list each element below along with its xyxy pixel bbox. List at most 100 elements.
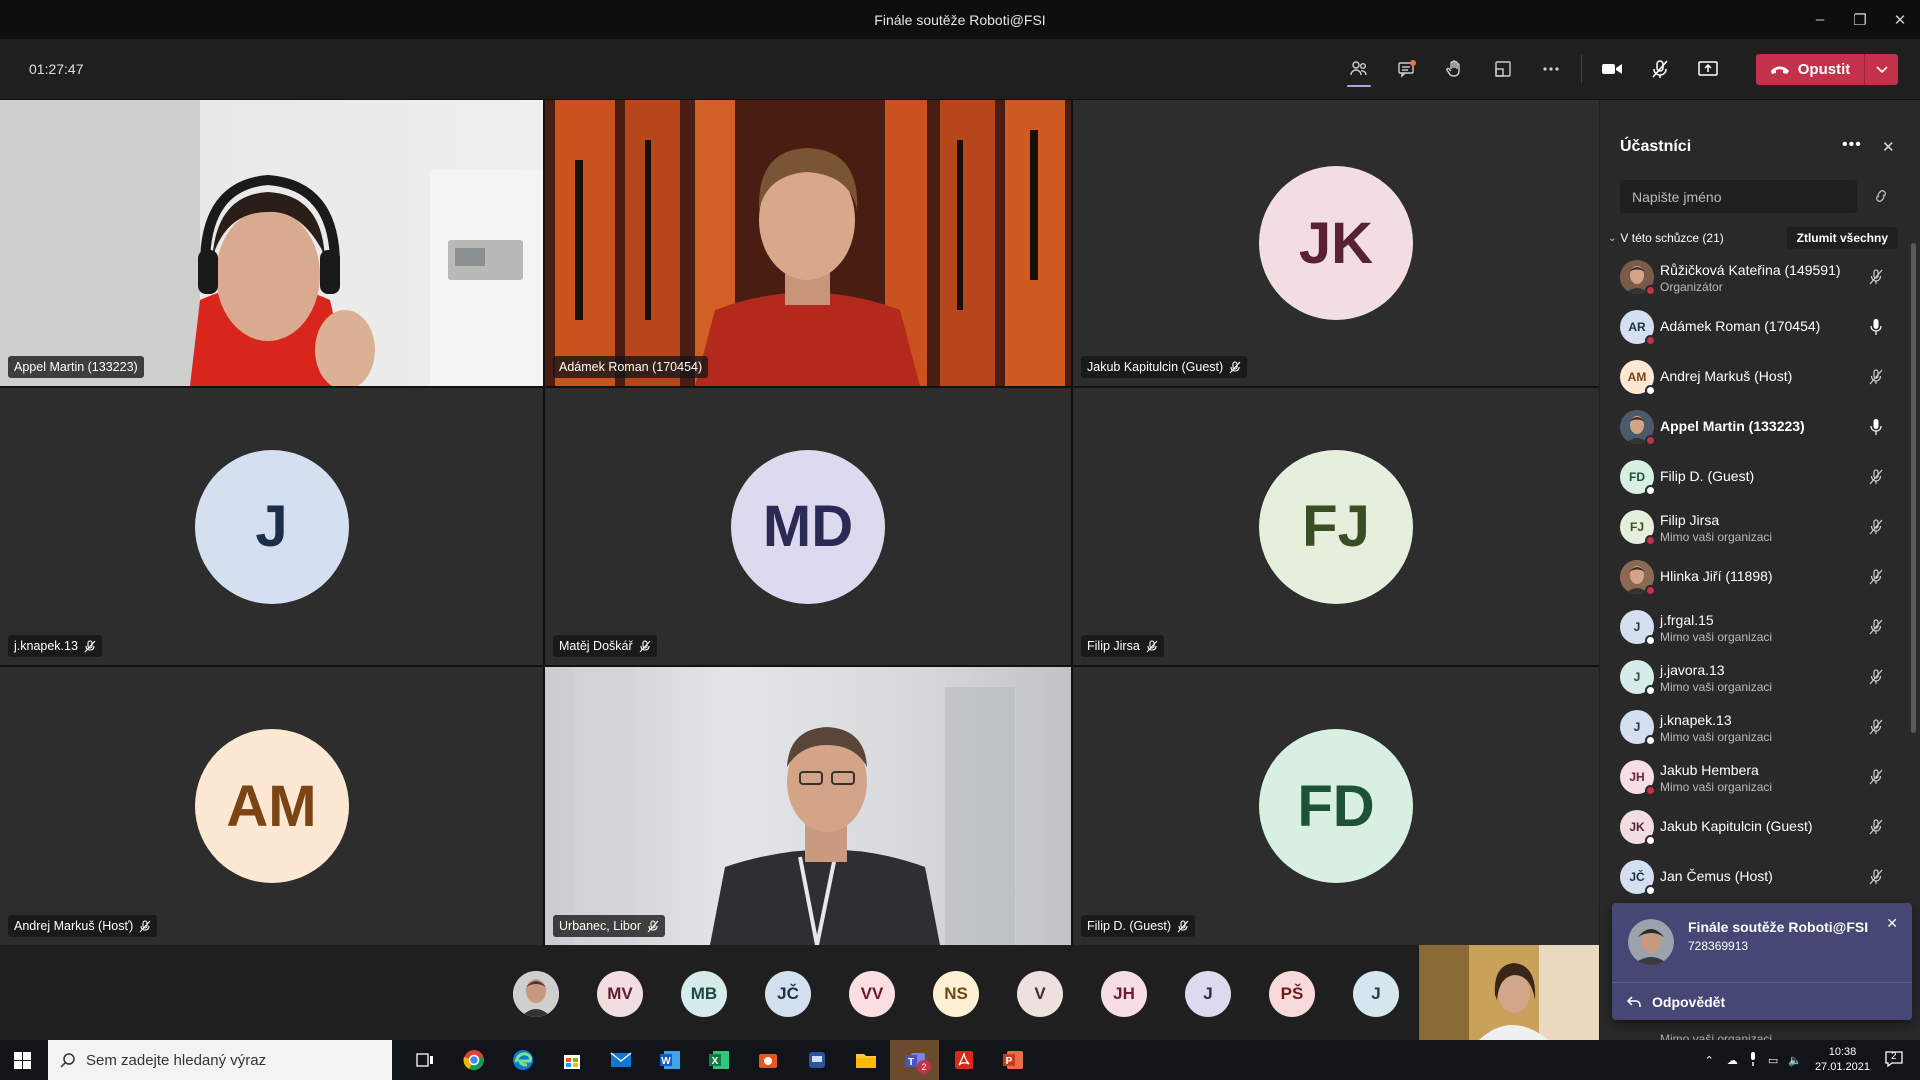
participant-subtitle: Mimo vaši organizaci (1660, 630, 1773, 644)
mic-muted-icon[interactable] (1866, 817, 1886, 837)
mic-muted-icon[interactable] (1866, 667, 1886, 687)
chat-icon[interactable] (1383, 49, 1431, 89)
camera-icon[interactable] (1588, 49, 1636, 89)
mic-muted-icon[interactable] (1866, 567, 1886, 587)
participant-row[interactable]: JK Jakub Kapitulcin (Guest) (1600, 802, 1900, 852)
leave-dropdown[interactable] (1864, 54, 1898, 85)
excel-icon[interactable]: X (694, 1040, 743, 1080)
mic-muted-icon[interactable] (1866, 467, 1886, 487)
participant-row[interactable]: FD Filip D. (Guest) (1600, 452, 1900, 502)
svg-text:P: P (1005, 1056, 1012, 1067)
mail-icon[interactable] (596, 1040, 645, 1080)
mic-muted-icon[interactable] (1636, 49, 1684, 89)
close-icon[interactable]: ✕ (1886, 915, 1898, 932)
teams-icon[interactable]: T 2 (890, 1040, 939, 1080)
presence-status-icon (1645, 835, 1656, 846)
mic-muted-icon[interactable] (1866, 867, 1886, 887)
participant-name: Filip D. (Guest) (1087, 919, 1172, 933)
more-icon[interactable]: ••• (1842, 136, 1862, 154)
participant-row[interactable]: AM Andrej Markuš (Host) (1600, 352, 1900, 402)
windows-start-icon[interactable] (14, 1052, 31, 1074)
strip-avatar[interactable]: MB (681, 971, 727, 1017)
remote-icon[interactable] (792, 1040, 841, 1080)
avatar-tile[interactable]: JK Jakub Kapitulcin (Guest) (1073, 100, 1599, 386)
mic-muted-icon[interactable] (1866, 267, 1886, 287)
strip-avatar[interactable]: NS (933, 971, 979, 1017)
word-icon[interactable]: W (645, 1040, 694, 1080)
presence-status-icon (1645, 785, 1656, 796)
participant-name: Hlinka Jiří (11898) (1660, 568, 1773, 584)
strip-avatar[interactable]: V (1017, 971, 1063, 1017)
share-invite-icon[interactable] (1873, 188, 1889, 209)
avatar-tile[interactable]: MD Matěj Doškář (545, 388, 1071, 665)
taskbar-search-input[interactable]: Sem zadejte hledaný výraz (48, 1040, 392, 1080)
in-meeting-section[interactable]: ⌄ V této schůzce (21) Ztlumit všechny (1608, 227, 1908, 249)
mic-muted-icon[interactable] (1866, 767, 1886, 787)
self-view-video[interactable] (1419, 945, 1599, 1040)
people-icon[interactable] (1335, 49, 1383, 89)
mic-muted-icon[interactable] (1866, 617, 1886, 637)
participant-row[interactable]: JČ Jan Čemus (Host) (1600, 852, 1900, 902)
volume-icon[interactable]: 🔈 (1788, 1054, 1802, 1067)
panel-scrollbar[interactable] (1911, 243, 1916, 733)
strip-avatar[interactable]: JH (1101, 971, 1147, 1017)
video-tile[interactable]: Urbanec, Libor (545, 667, 1071, 945)
raise-hand-icon[interactable] (1431, 49, 1479, 89)
video-tile[interactable]: Adámek Roman (170454) (545, 100, 1071, 386)
mute-all-button[interactable]: Ztlumit všechny (1786, 227, 1898, 249)
mic-icon[interactable] (1866, 417, 1886, 437)
avatar-tile[interactable]: FJ Filip Jirsa (1073, 388, 1599, 665)
participant-row[interactable]: Jj.javora.13 Mimo vaši organizaci (1600, 652, 1900, 702)
mic-muted-icon[interactable] (1866, 517, 1886, 537)
leave-main[interactable]: Opustit (1756, 61, 1864, 78)
mic-muted-icon[interactable] (1866, 717, 1886, 737)
strip-avatar[interactable]: MV (597, 971, 643, 1017)
share-screen-icon[interactable] (1684, 49, 1732, 89)
strip-avatar[interactable]: JČ (765, 971, 811, 1017)
explorer-icon[interactable] (841, 1040, 890, 1080)
participant-row[interactable]: AR Adámek Roman (170454) (1600, 302, 1900, 352)
participant-row[interactable]: Appel Martin (133223) (1600, 402, 1900, 452)
powerpoint-icon[interactable]: P (988, 1040, 1037, 1080)
edge-icon[interactable] (498, 1040, 547, 1080)
strip-avatar[interactable]: J (1185, 971, 1231, 1017)
snip-icon[interactable] (743, 1040, 792, 1080)
participant-row[interactable]: Jj.frgal.15 Mimo vaši organizaci (1600, 602, 1900, 652)
minimize-icon[interactable]: – (1800, 0, 1840, 39)
chevron-up-icon[interactable]: ⌃ (1705, 1054, 1714, 1067)
participant-avatar: J (194, 449, 349, 604)
close-icon[interactable]: ✕ (1882, 138, 1895, 156)
video-tile[interactable]: Appel Martin (133223) (0, 100, 543, 386)
leave-button[interactable]: Opustit (1756, 54, 1898, 85)
participant-row[interactable]: Hlinka Jiří (11898) (1600, 552, 1900, 602)
network-icon[interactable]: ☁ (1727, 1054, 1738, 1067)
notification-center-icon[interactable]: 2 (1884, 1050, 1904, 1071)
participant-row[interactable]: Růžičková Kateřina (149591) Organizátor (1600, 252, 1900, 302)
restore-icon[interactable]: ❐ (1840, 0, 1880, 39)
close-icon[interactable]: ✕ (1880, 0, 1920, 39)
participant-row[interactable]: JH Jakub Hembera Mimo vaši organizaci (1600, 752, 1900, 802)
strip-avatar[interactable] (513, 971, 559, 1017)
participant-row[interactable]: FJ Filip Jirsa Mimo vaši organizaci (1600, 502, 1900, 552)
store-icon[interactable] (547, 1040, 596, 1080)
task-view-icon[interactable] (400, 1040, 449, 1080)
mic-muted-icon[interactable] (1866, 367, 1886, 387)
reply-button[interactable]: Odpovědět (1612, 982, 1912, 1020)
avatar-tile[interactable]: FD Filip D. (Guest) (1073, 667, 1599, 945)
chrome-icon[interactable] (449, 1040, 498, 1080)
acrobat-icon[interactable] (939, 1040, 988, 1080)
avatar-tile[interactable]: J j.knapek.13 (0, 388, 543, 665)
participant-row[interactable]: Jj.knapek.13 Mimo vaši organizaci (1600, 702, 1900, 752)
strip-avatar[interactable]: VV (849, 971, 895, 1017)
name-search-input[interactable]: Napište jméno (1620, 180, 1857, 213)
mic-icon[interactable] (1866, 317, 1886, 337)
avatar-tile[interactable]: AM Andrej Markuš (Hosť) (0, 667, 543, 945)
more-icon[interactable] (1527, 49, 1575, 89)
clock[interactable]: 10:38 27.01.2021 (1815, 1045, 1870, 1075)
mic-icon[interactable] (1748, 1051, 1758, 1069)
strip-avatar[interactable]: PŠ (1269, 971, 1315, 1017)
strip-avatar[interactable]: J (1353, 971, 1399, 1017)
display-icon[interactable]: ▭ (1768, 1054, 1778, 1067)
call-notification[interactable]: Finále soutěže Roboti@FSI 728369913 ✕ Od… (1612, 903, 1912, 1020)
layout-icon[interactable] (1479, 49, 1527, 89)
